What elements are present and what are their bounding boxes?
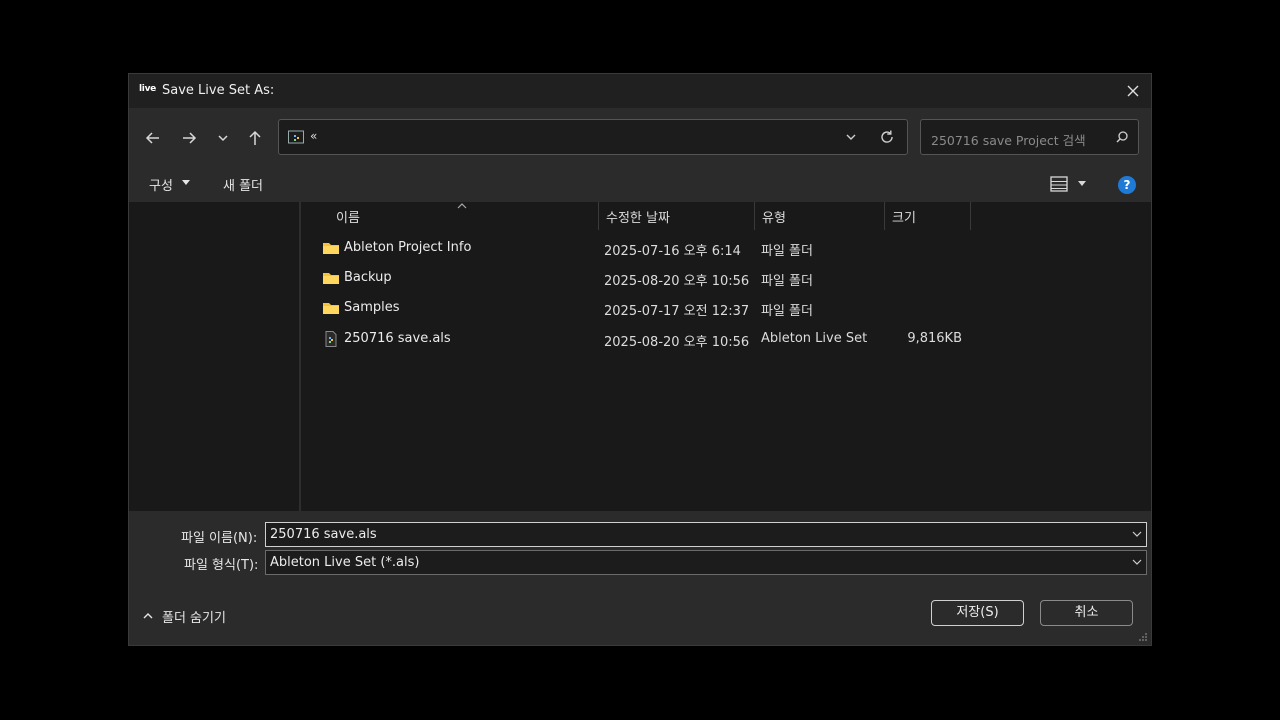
navigation-bar: « 250716 save Project 검색 xyxy=(129,108,1151,166)
file-row[interactable]: Backup 2025-08-20 오후 10:56 파일 폴더 xyxy=(303,263,1151,293)
file-type: 파일 폴더 xyxy=(761,244,813,259)
file-type: 파일 폴더 xyxy=(761,274,813,289)
hide-folders-button[interactable]: 폴더 숨기기 xyxy=(162,607,226,626)
refresh-button[interactable] xyxy=(878,128,896,146)
arrow-left-icon xyxy=(145,132,159,144)
column-header-name[interactable]: 이름 xyxy=(328,202,598,230)
title-bar: live Save Live Set As: xyxy=(129,74,1151,108)
organize-button[interactable]: 구성 xyxy=(149,175,173,194)
save-dialog: live Save Live Set As: « 250716 save Pro… xyxy=(128,73,1152,646)
file-date: 2025-07-17 오전 12:37 xyxy=(604,304,750,319)
resize-grip-icon[interactable] xyxy=(1138,632,1148,642)
column-header-date[interactable]: 수정한 날짜 xyxy=(598,202,754,230)
help-button[interactable]: ? xyxy=(1118,176,1136,194)
folder-icon xyxy=(323,273,339,284)
file-row[interactable]: Ableton Project Info 2025-07-16 오후 6:14 … xyxy=(303,233,1151,263)
navigation-pane[interactable] xyxy=(129,202,301,511)
column-divider[interactable] xyxy=(970,202,971,230)
filename-value[interactable]: 250716 save.als xyxy=(270,527,377,542)
file-list[interactable]: 이름 수정한 날짜 유형 크기 Ableton Project Info 202… xyxy=(303,202,1151,511)
file-size: 9,816KB xyxy=(907,331,962,346)
file-type: 파일 폴더 xyxy=(761,304,813,319)
arrow-up-icon xyxy=(249,130,261,145)
address-bar[interactable]: « xyxy=(278,119,908,155)
search-icon[interactable] xyxy=(1114,129,1130,145)
filetype-select[interactable]: Ableton Live Set (*.als) xyxy=(265,550,1147,575)
up-button[interactable] xyxy=(243,126,267,150)
filetype-value[interactable]: Ableton Live Set (*.als) xyxy=(270,555,419,570)
address-history-button[interactable] xyxy=(842,128,860,146)
forward-button[interactable] xyxy=(177,126,201,150)
arrow-right-icon xyxy=(183,132,197,144)
als-file-icon xyxy=(325,331,337,347)
caret-down-icon[interactable] xyxy=(1078,181,1086,187)
refresh-icon xyxy=(881,130,893,143)
file-date: 2025-08-20 오후 10:56 xyxy=(604,335,750,350)
caret-down-icon[interactable] xyxy=(182,180,190,186)
view-list-icon[interactable] xyxy=(1050,176,1068,192)
save-button[interactable]: 저장(S) xyxy=(931,600,1024,626)
file-date: 2025-07-16 오후 6:14 xyxy=(604,244,741,259)
column-header-label: 크기 xyxy=(892,211,916,226)
file-name: Samples xyxy=(344,300,400,315)
project-folder-icon xyxy=(288,130,304,144)
close-button[interactable] xyxy=(1121,79,1145,103)
ableton-live-logo-icon: live xyxy=(139,84,156,94)
column-header-size[interactable]: 크기 xyxy=(884,202,970,230)
folder-icon xyxy=(323,243,339,254)
window-title: Save Live Set As: xyxy=(162,83,275,98)
column-header-label: 이름 xyxy=(336,211,360,226)
close-icon xyxy=(1127,85,1139,97)
command-toolbar: 구성 새 폴더 ? xyxy=(129,166,1151,202)
recent-locations-button[interactable] xyxy=(211,126,235,150)
file-row[interactable]: Samples 2025-07-17 오전 12:37 파일 폴더 xyxy=(303,293,1151,323)
chevron-down-icon[interactable] xyxy=(1132,558,1142,566)
file-date: 2025-08-20 오후 10:56 xyxy=(604,274,750,289)
filetype-label: 파일 형식(T): xyxy=(184,558,259,573)
chevron-down-icon xyxy=(218,135,228,142)
content-area: 이름 수정한 날짜 유형 크기 Ableton Project Info 202… xyxy=(129,202,1151,511)
column-header-type[interactable]: 유형 xyxy=(754,202,884,230)
column-header-label: 유형 xyxy=(762,211,786,226)
back-button[interactable] xyxy=(141,126,165,150)
column-header-label: 수정한 날짜 xyxy=(606,211,670,226)
file-name: Ableton Project Info xyxy=(344,240,472,255)
filename-field[interactable]: 250716 save.als xyxy=(265,522,1147,547)
chevron-up-icon[interactable] xyxy=(143,612,153,620)
chevron-down-icon xyxy=(846,134,856,140)
file-type: Ableton Live Set xyxy=(761,331,868,346)
file-name: 250716 save.als xyxy=(344,331,451,346)
search-box[interactable]: 250716 save Project 검색 xyxy=(920,119,1139,155)
search-placeholder[interactable]: 250716 save Project 검색 xyxy=(931,130,1086,149)
file-row[interactable]: 250716 save.als 2025-08-20 오후 10:56 Able… xyxy=(303,324,1151,354)
chevron-down-icon[interactable] xyxy=(1132,530,1142,538)
new-folder-button[interactable]: 새 폴더 xyxy=(223,175,263,194)
address-breadcrumb[interactable]: « xyxy=(310,129,317,143)
folder-icon xyxy=(323,303,339,314)
filename-label: 파일 이름(N): xyxy=(181,531,258,546)
cancel-button[interactable]: 취소 xyxy=(1040,600,1133,626)
save-options-panel: 파일 이름(N): 250716 save.als 파일 형식(T): Able… xyxy=(129,511,1151,645)
file-name: Backup xyxy=(344,270,392,285)
